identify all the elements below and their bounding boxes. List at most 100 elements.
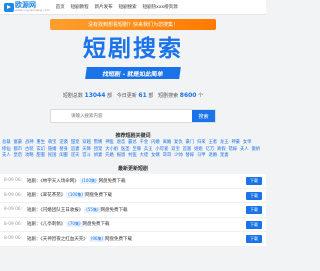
item-episodes-badge: (100集): [79, 177, 99, 184]
hot-keyword[interactable]: 总裁: [2, 140, 11, 145]
hot-keyword[interactable]: 傲娇: [251, 147, 260, 152]
hot-keyword[interactable]: 天降: [82, 147, 91, 152]
item-time: 8-09 06:: [4, 192, 23, 198]
hot-keyword[interactable]: 萌宝: [48, 140, 57, 145]
hot-keyword[interactable]: 逆袭: [59, 140, 68, 145]
hot-keyword[interactable]: 村医: [128, 153, 137, 158]
item-time: 8-09 06:: [4, 178, 23, 184]
hot-keyword[interactable]: 闺蜜: [59, 153, 68, 158]
hot-keyword[interactable]: 报恩: [117, 153, 126, 158]
hot-keyword[interactable]: 大佬: [140, 153, 149, 158]
hot-keyword[interactable]: 玄幻: [36, 147, 45, 152]
hot-keyword[interactable]: 替嫁: [186, 153, 195, 158]
list-item[interactable]: 8-09 06: 短剧：《天神因夜之红血天壳》 (96集) 网盘免费下载 下载: [0, 232, 266, 247]
site-logo[interactable]: 欧源网 www.ouyuanwang.com: [4, 2, 50, 12]
hot-keyword[interactable]: 追妻: [71, 147, 80, 152]
hot-keyword[interactable]: 姐姐: [194, 147, 203, 152]
item-title[interactable]: 短剧：《翠花茶苑》: [27, 192, 65, 198]
hero-title: 短剧搜索: [83, 36, 183, 62]
hot-keyword[interactable]: 虐恋: [117, 140, 126, 145]
hot-keyword[interactable]: 逆天: [71, 153, 80, 158]
page: 欧源网 www.ouyuanwang.com 首页 短剧教程 新片发布 短剧搜索…: [0, 0, 266, 271]
hot-keyword[interactable]: 小可爱: [155, 147, 168, 152]
hot-keyword[interactable]: 宫斗: [82, 153, 91, 158]
download-button[interactable]: 下载: [246, 235, 262, 243]
hot-keyword[interactable]: 甜蜜: [36, 153, 45, 158]
item-time: 8-09 06:: [4, 207, 23, 213]
search-input[interactable]: [51, 110, 192, 122]
hot-keyword[interactable]: 攻略: [25, 153, 34, 158]
item-suffix: 网盘免费下载: [82, 222, 110, 228]
item-suffix: 网盘免费下载: [98, 178, 126, 184]
nav-link-search[interactable]: 短剧搜索: [119, 4, 137, 10]
item-title[interactable]: 短剧：《天神因夜之红血天壳》: [27, 236, 88, 242]
hot-keyword[interactable]: 真假: [217, 147, 226, 152]
hot-keyword[interactable]: 甜宠: [71, 140, 80, 145]
hot-keyword[interactable]: 宠妻: [220, 153, 229, 158]
download-button[interactable]: 下载: [246, 220, 262, 229]
hot-keyword[interactable]: 闪婚: [151, 140, 160, 145]
hot-keyword[interactable]: 民国: [48, 153, 57, 158]
stat-total-label: 短剧总数: [62, 93, 83, 99]
hot-keyword[interactable]: 穿越: [82, 140, 91, 145]
hot-keyword[interactable]: 千金: [140, 140, 149, 145]
hot-keyword[interactable]: 至尊: [132, 147, 141, 152]
hot-keyword[interactable]: 豪门: [186, 140, 195, 145]
hot-keyword[interactable]: 归来: [197, 140, 206, 145]
item-title[interactable]: 短剧：《林宇天入场命网》: [27, 178, 79, 184]
hot-keyword[interactable]: 娇妻: [94, 153, 103, 158]
hot-keyword[interactable]: 王者: [208, 140, 217, 145]
hot-keyword[interactable]: 神豪: [231, 140, 240, 145]
hot-keyword[interactable]: 神医: [105, 140, 114, 145]
hot-keyword[interactable]: 夫人: [240, 147, 249, 152]
nav-link-home[interactable]: 首页: [56, 4, 65, 10]
stat-total-unit: 部: [107, 93, 113, 99]
hot-keyword[interactable]: 兵王: [144, 147, 153, 152]
list-item[interactable]: 8-09 06: 短剧：《闪婚团队王日收报》 (55集) 网盘免费下载 下载: [0, 203, 266, 218]
hot-keyword[interactable]: 大小姐: [105, 147, 118, 152]
hot-keyword[interactable]: 都市: [13, 147, 22, 152]
top-nav: 欧源网 www.ouyuanwang.com 首页 短剧教程 新片发布 短剧搜索…: [0, 0, 266, 15]
search-button[interactable]: 搜索: [192, 110, 215, 122]
hot-keyword[interactable]: 离婚: [163, 140, 172, 145]
hot-keyword[interactable]: 团宠: [94, 147, 103, 152]
list-item[interactable]: 8-09 06: 短剧：《儿亭刺佩》 (70集) 网盘免费下载 下载: [0, 217, 266, 232]
hot-keyword[interactable]: 赘婿: [94, 140, 103, 145]
hot-keyword[interactable]: 医圣: [121, 147, 130, 152]
hot-keyword[interactable]: 少帅: [174, 153, 183, 158]
hot-keyword[interactable]: 首富: [183, 147, 192, 152]
item-title[interactable]: 短剧：《闪婚团队王日收报》: [27, 207, 83, 213]
hot-keyword[interactable]: 隐婚: [48, 147, 57, 152]
hot-keyword[interactable]: 双宝: [171, 147, 180, 152]
hot-keyword[interactable]: 古装: [25, 147, 34, 152]
hot-keyword[interactable]: 女帝: [243, 140, 252, 145]
hot-keyword[interactable]: 皇后: [13, 153, 22, 158]
item-title[interactable]: 短剧：《儿亭刺佩》: [27, 221, 65, 227]
download-button[interactable]: 下载: [246, 191, 262, 200]
hot-keyword[interactable]: 龙王: [220, 140, 229, 145]
nav-link-hot-list[interactable]: 短剧热xxx榜资源: [143, 4, 178, 10]
hot-keyword[interactable]: 马甲: [197, 153, 206, 158]
download-button[interactable]: 下载: [246, 177, 262, 185]
hot-keyword[interactable]: 修仙: [2, 147, 11, 152]
hot-keyword[interactable]: 女婿: [151, 153, 160, 158]
hot-keyword[interactable]: 退婚: [208, 153, 217, 158]
hot-keyword[interactable]: 夫人: [2, 153, 11, 158]
hot-keyword[interactable]: 富豪: [13, 140, 22, 145]
nav-link-tutorial[interactable]: 短剧教程: [71, 4, 89, 10]
hot-keyword[interactable]: 复仇: [174, 140, 183, 145]
request-banner[interactable]: 没有找到想看短剧？快来我们为您搜集！: [50, 19, 216, 30]
hot-keyword[interactable]: 战神: [25, 140, 34, 145]
hot-keyword[interactable]: 哥哥: [163, 153, 172, 158]
stat-search-value: 8600: [179, 92, 197, 99]
hot-keyword[interactable]: 错嫁: [229, 147, 238, 152]
hot-keyword[interactable]: 先婚: [105, 153, 114, 158]
nav-link-new-release[interactable]: 新片发布: [95, 4, 113, 10]
list-item[interactable]: 8-09 06: 短剧：《林宇天入场命网》 (100集) 网盘免费下载 下载: [0, 174, 266, 189]
hot-keyword[interactable]: 亿万: [206, 147, 215, 152]
hot-keyword[interactable]: 重生: [36, 140, 45, 145]
hot-keyword[interactable]: 替身: [59, 147, 68, 152]
download-button[interactable]: 下载: [246, 206, 262, 214]
hot-keyword[interactable]: 霸总: [128, 140, 137, 145]
list-item[interactable]: 8-09 06: 短剧：《翠花茶苑》 (100集) 网盘免费下载 下载: [0, 188, 266, 203]
